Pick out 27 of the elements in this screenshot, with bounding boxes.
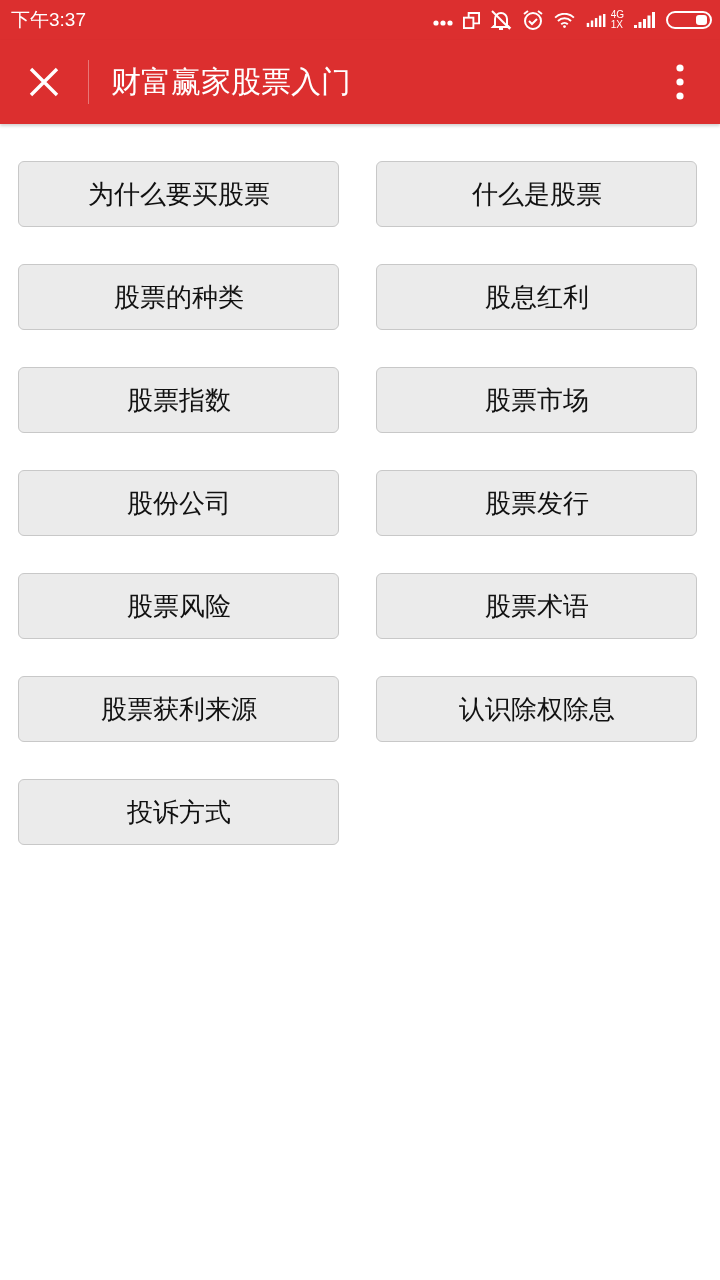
topic-button[interactable]: 股票获利来源 (18, 676, 339, 742)
alarm-clock-icon (521, 9, 544, 31)
topic-button[interactable]: 股票术语 (376, 573, 697, 639)
topic-button[interactable]: 股票指数 (18, 367, 339, 433)
signal-strength-icon (634, 12, 656, 28)
close-icon[interactable] (29, 67, 59, 97)
overlapping-squares-icon (462, 11, 480, 29)
topic-button[interactable]: 股票风险 (18, 573, 339, 639)
topic-button[interactable]: 股份公司 (18, 470, 339, 536)
wifi-icon (553, 12, 575, 28)
topic-button[interactable]: 股票市场 (376, 367, 697, 433)
page-title: 财富赢家股票入门 (111, 62, 352, 101)
status-time: 下午3:37 (11, 8, 86, 32)
topic-button[interactable]: 股票的种类 (18, 264, 339, 330)
topic-button[interactable]: 认识除权除息 (376, 676, 697, 742)
topic-button[interactable]: 什么是股票 (376, 161, 697, 227)
network-type-label: 1X (610, 20, 624, 30)
battery-icon (666, 11, 712, 29)
more-notifications-icon (432, 20, 453, 26)
topic-button[interactable]: 股票发行 (376, 470, 697, 536)
topic-button[interactable]: 投诉方式 (18, 779, 339, 845)
muted-bell-icon (489, 9, 512, 31)
network-type-label: 4G (610, 10, 624, 20)
topic-button[interactable]: 为什么要买股票 (18, 161, 339, 227)
signal-bars-icon (584, 13, 608, 27)
more-options-icon[interactable] (676, 64, 684, 100)
topic-button[interactable]: 股息红利 (376, 264, 697, 330)
